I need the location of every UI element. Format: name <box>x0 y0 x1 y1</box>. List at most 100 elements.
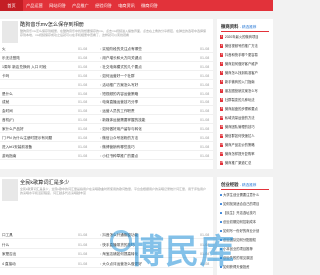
sidebar-item[interactable]: 【民生】开店选址技巧 <box>220 210 272 217</box>
sidebar-item-label[interactable]: 私域流量运营的方法 <box>225 116 255 120</box>
sidebar-item[interactable]: 7 朋友圈营销文案怎么写 <box>220 88 272 95</box>
article-link-right[interactable]: •电商直播运营技巧分享 <box>100 99 190 106</box>
sidebar-item-label[interactable]: 微信群如何快速拉人 <box>225 134 255 138</box>
article-link-text[interactable]: 短视频的内容运营策略 <box>102 92 138 96</box>
article-link-left[interactable]: 火 <box>2 46 62 53</box>
sidebar-item-label[interactable]: 微商推广渠道汇总 <box>225 161 251 165</box>
sidebar-item[interactable]: 15 微商推广渠道汇总 <box>220 160 272 167</box>
date-right: 01-08 <box>200 73 210 78</box>
sidebar-item[interactable]: 1 2020年最火的微商项目 <box>220 34 272 41</box>
featured-article-thumbnail[interactable] <box>2 179 18 201</box>
rank-badge: 6 <box>220 80 224 84</box>
article-link-right[interactable]: •运营人员的工作职责 <box>100 108 190 115</box>
article-link-left[interactable]: 门 PN 为什么注册时提示有问题 <box>2 135 62 142</box>
nav-item[interactable]: 产品运营 <box>23 0 46 11</box>
sidebar-item-label[interactable]: 如何找到适合自己的项目 <box>223 202 259 206</box>
sidebar-item[interactable]: 3 抖音和快手哪个更容易 <box>220 52 272 59</box>
article-link-right[interactable]: •用户增长和大方向关键点 <box>100 55 190 62</box>
featured-article-title[interactable]: 全民k歌算词汇是多少 <box>20 179 69 186</box>
featured-article-title[interactable]: 酷狗音乐mv怎么保存到相册 <box>20 21 84 28</box>
article-link-left[interactable]: 口工具 <box>2 232 62 239</box>
article-link-right[interactable]: •实验阶段的关注点有哪些 <box>100 46 190 53</box>
rank-badge: 10 <box>220 116 224 120</box>
sidebar-item-label[interactable]: 2020年最火的微商项目 <box>225 35 259 39</box>
sidebar-item[interactable]: 14 微商怎样提升复购率 <box>220 151 272 158</box>
article-link-right[interactable]: •活动推广方案怎么写好 <box>100 82 190 89</box>
sidebar-item-label[interactable]: 微商怎样提升复购率 <box>225 152 255 156</box>
sidebar-item[interactable]: 8 社群裂变的几种玩法 <box>220 97 272 104</box>
list-item: 01-08 •活动推广方案怎么写好 01-08 <box>0 82 213 89</box>
date-left: 01-08 <box>78 127 88 132</box>
article-link-text[interactable]: 社交电商模式的几个要点 <box>102 65 142 69</box>
sidebar-item[interactable]: 2 微信视频号的推广方法 <box>220 43 272 50</box>
sidebar-item[interactable]: 4 微商如何做好客户维护 <box>220 61 272 68</box>
sidebar-subtitle[interactable]: - 精选推荐 <box>240 25 257 29</box>
dot-icon <box>220 194 222 196</box>
article-link-right[interactable]: •微信公众号涨粉的方法 <box>100 135 190 142</box>
article-link-left[interactable]: 1周年 新店兑换码 入口 时段 <box>2 64 62 71</box>
article-link-text[interactable]: 运营人员的工作职责 <box>102 109 134 113</box>
sidebar-item-label[interactable]: 大学生创业需要注意什么 <box>223 193 259 197</box>
article-link-right[interactable]: •微博营销有哪些技巧 <box>100 144 190 151</box>
article-link-text[interactable]: 如何运营好一个社群 <box>102 74 134 78</box>
sidebar-item-label[interactable]: 朋友圈营销文案怎么写 <box>225 89 258 93</box>
article-link-text[interactable]: 小红书种草推广的要点 <box>102 154 138 158</box>
article-link-left[interactable]: 游戏指南 <box>2 153 62 160</box>
article-link-left[interactable]: 进入bt1安装前准备 <box>2 144 62 151</box>
sidebar-item[interactable]: 11 微商团队管理的技巧 <box>220 124 272 131</box>
sidebar-item[interactable]: 如何找到适合自己的项目 <box>220 201 272 208</box>
article-link-right[interactable]: •如何做好用户留存与转化 <box>100 126 190 133</box>
sidebar-item[interactable]: 9 微商起盘的步骤和要点 <box>220 106 272 113</box>
sidebar-item-label[interactable]: 微信视频号的推广方法 <box>225 44 258 48</box>
sidebar-item[interactable]: 5 微商怎么找到精准客户 <box>220 70 272 77</box>
article-link-left[interactable]: 卡吗 <box>2 73 62 80</box>
nav-item[interactable]: 首页 <box>0 0 23 11</box>
nav-item[interactable]: 微商问答 <box>138 0 161 11</box>
sidebar-item[interactable]: 6 新手微商的入门指南 <box>220 79 272 86</box>
sidebar-item-label[interactable]: 微商如何做好客户维护 <box>225 62 258 66</box>
sidebar-item-label[interactable]: 抖音和快手哪个更容易 <box>225 53 258 57</box>
article-link-text[interactable]: 电商直播运营技巧分享 <box>102 100 138 104</box>
sidebar-item-label[interactable]: 微商起盘的步骤和要点 <box>225 107 258 111</box>
sidebar-item-label[interactable]: 社群裂变的几种玩法 <box>225 98 255 102</box>
sidebar-subtitle[interactable]: - 精选推荐 <box>240 183 257 187</box>
article-link-left[interactable]: 音机(F) <box>2 117 62 124</box>
sidebar-item-label[interactable]: 新手微商的入门指南 <box>225 80 255 84</box>
article-link-right[interactable]: •如何运营好一个社群 <box>100 73 190 80</box>
article-link-left[interactable]: 4 直接动 <box>2 261 62 268</box>
article-link-right[interactable]: •小红书种草推广的要点 <box>100 153 190 160</box>
sidebar-item[interactable]: 12 微信群如何快速拉人 <box>220 133 272 140</box>
sidebar-item-label[interactable]: 微商产品定价的策略 <box>225 143 255 147</box>
article-link-text[interactable]: 微信公众号涨粉的方法 <box>102 136 138 140</box>
featured-article-thumbnail[interactable] <box>2 21 18 43</box>
article-link-text[interactable]: 新媒体运营需要掌握的技能 <box>102 118 145 122</box>
nav-item[interactable]: 网站问答 <box>46 0 69 11</box>
article-link-text[interactable]: 用户增长和大方向关键点 <box>102 56 142 60</box>
sidebar-item[interactable]: 大学生创业需要注意什么 <box>220 192 272 199</box>
article-link-right[interactable]: •新媒体运营需要掌握的技能 <box>100 117 190 124</box>
article-link-left[interactable]: 会时间 <box>2 108 62 115</box>
article-link-text[interactable]: 活动推广方案怎么写好 <box>102 83 138 87</box>
article-link-right[interactable]: •短视频的内容运营策略 <box>100 91 190 98</box>
rank-badge: 1 <box>220 35 224 39</box>
sidebar-item-label[interactable]: 微商团队管理的技巧 <box>225 125 255 129</box>
nav-item[interactable]: 产品推广 <box>69 0 92 11</box>
sidebar-item-label[interactable]: 【民生】开店选址技巧 <box>223 211 256 215</box>
article-link-left[interactable]: 什么 <box>2 242 62 249</box>
sidebar-item-label[interactable]: 微商怎么找到精准客户 <box>225 71 258 75</box>
article-link-text[interactable]: 如何做好用户留存与转化 <box>102 127 142 131</box>
article-link-left[interactable]: 家是否出 <box>2 251 62 258</box>
nav-item[interactable]: 电商资讯 <box>115 0 138 11</box>
article-link-left[interactable]: 乐无法登陆 <box>2 55 62 62</box>
article-link-text[interactable]: 微博营销有哪些技巧 <box>102 145 134 149</box>
sidebar-item[interactable]: 13 微商产品定价的策略 <box>220 142 272 149</box>
article-link-text[interactable]: 实验阶段的关注点有哪些 <box>102 47 142 51</box>
nav-item[interactable]: 经验问答 <box>92 0 115 11</box>
sidebar-weishang-panel: 微商资料 - 精选推荐 1 2020年最火的微商项目 2 微信视频号的推广方法 3 抖音和… <box>217 19 273 169</box>
sidebar-item[interactable]: 10 私域流量运营的方法 <box>220 115 272 122</box>
date-left: 01-08 <box>78 252 88 256</box>
article-link-left[interactable]: 成就 <box>2 99 62 106</box>
article-link-left[interactable]: 是什么 <box>2 91 62 98</box>
article-link-left[interactable]: 家什么产品好 <box>2 126 62 133</box>
article-link-right[interactable]: •社交电商模式的几个要点 <box>100 64 190 71</box>
